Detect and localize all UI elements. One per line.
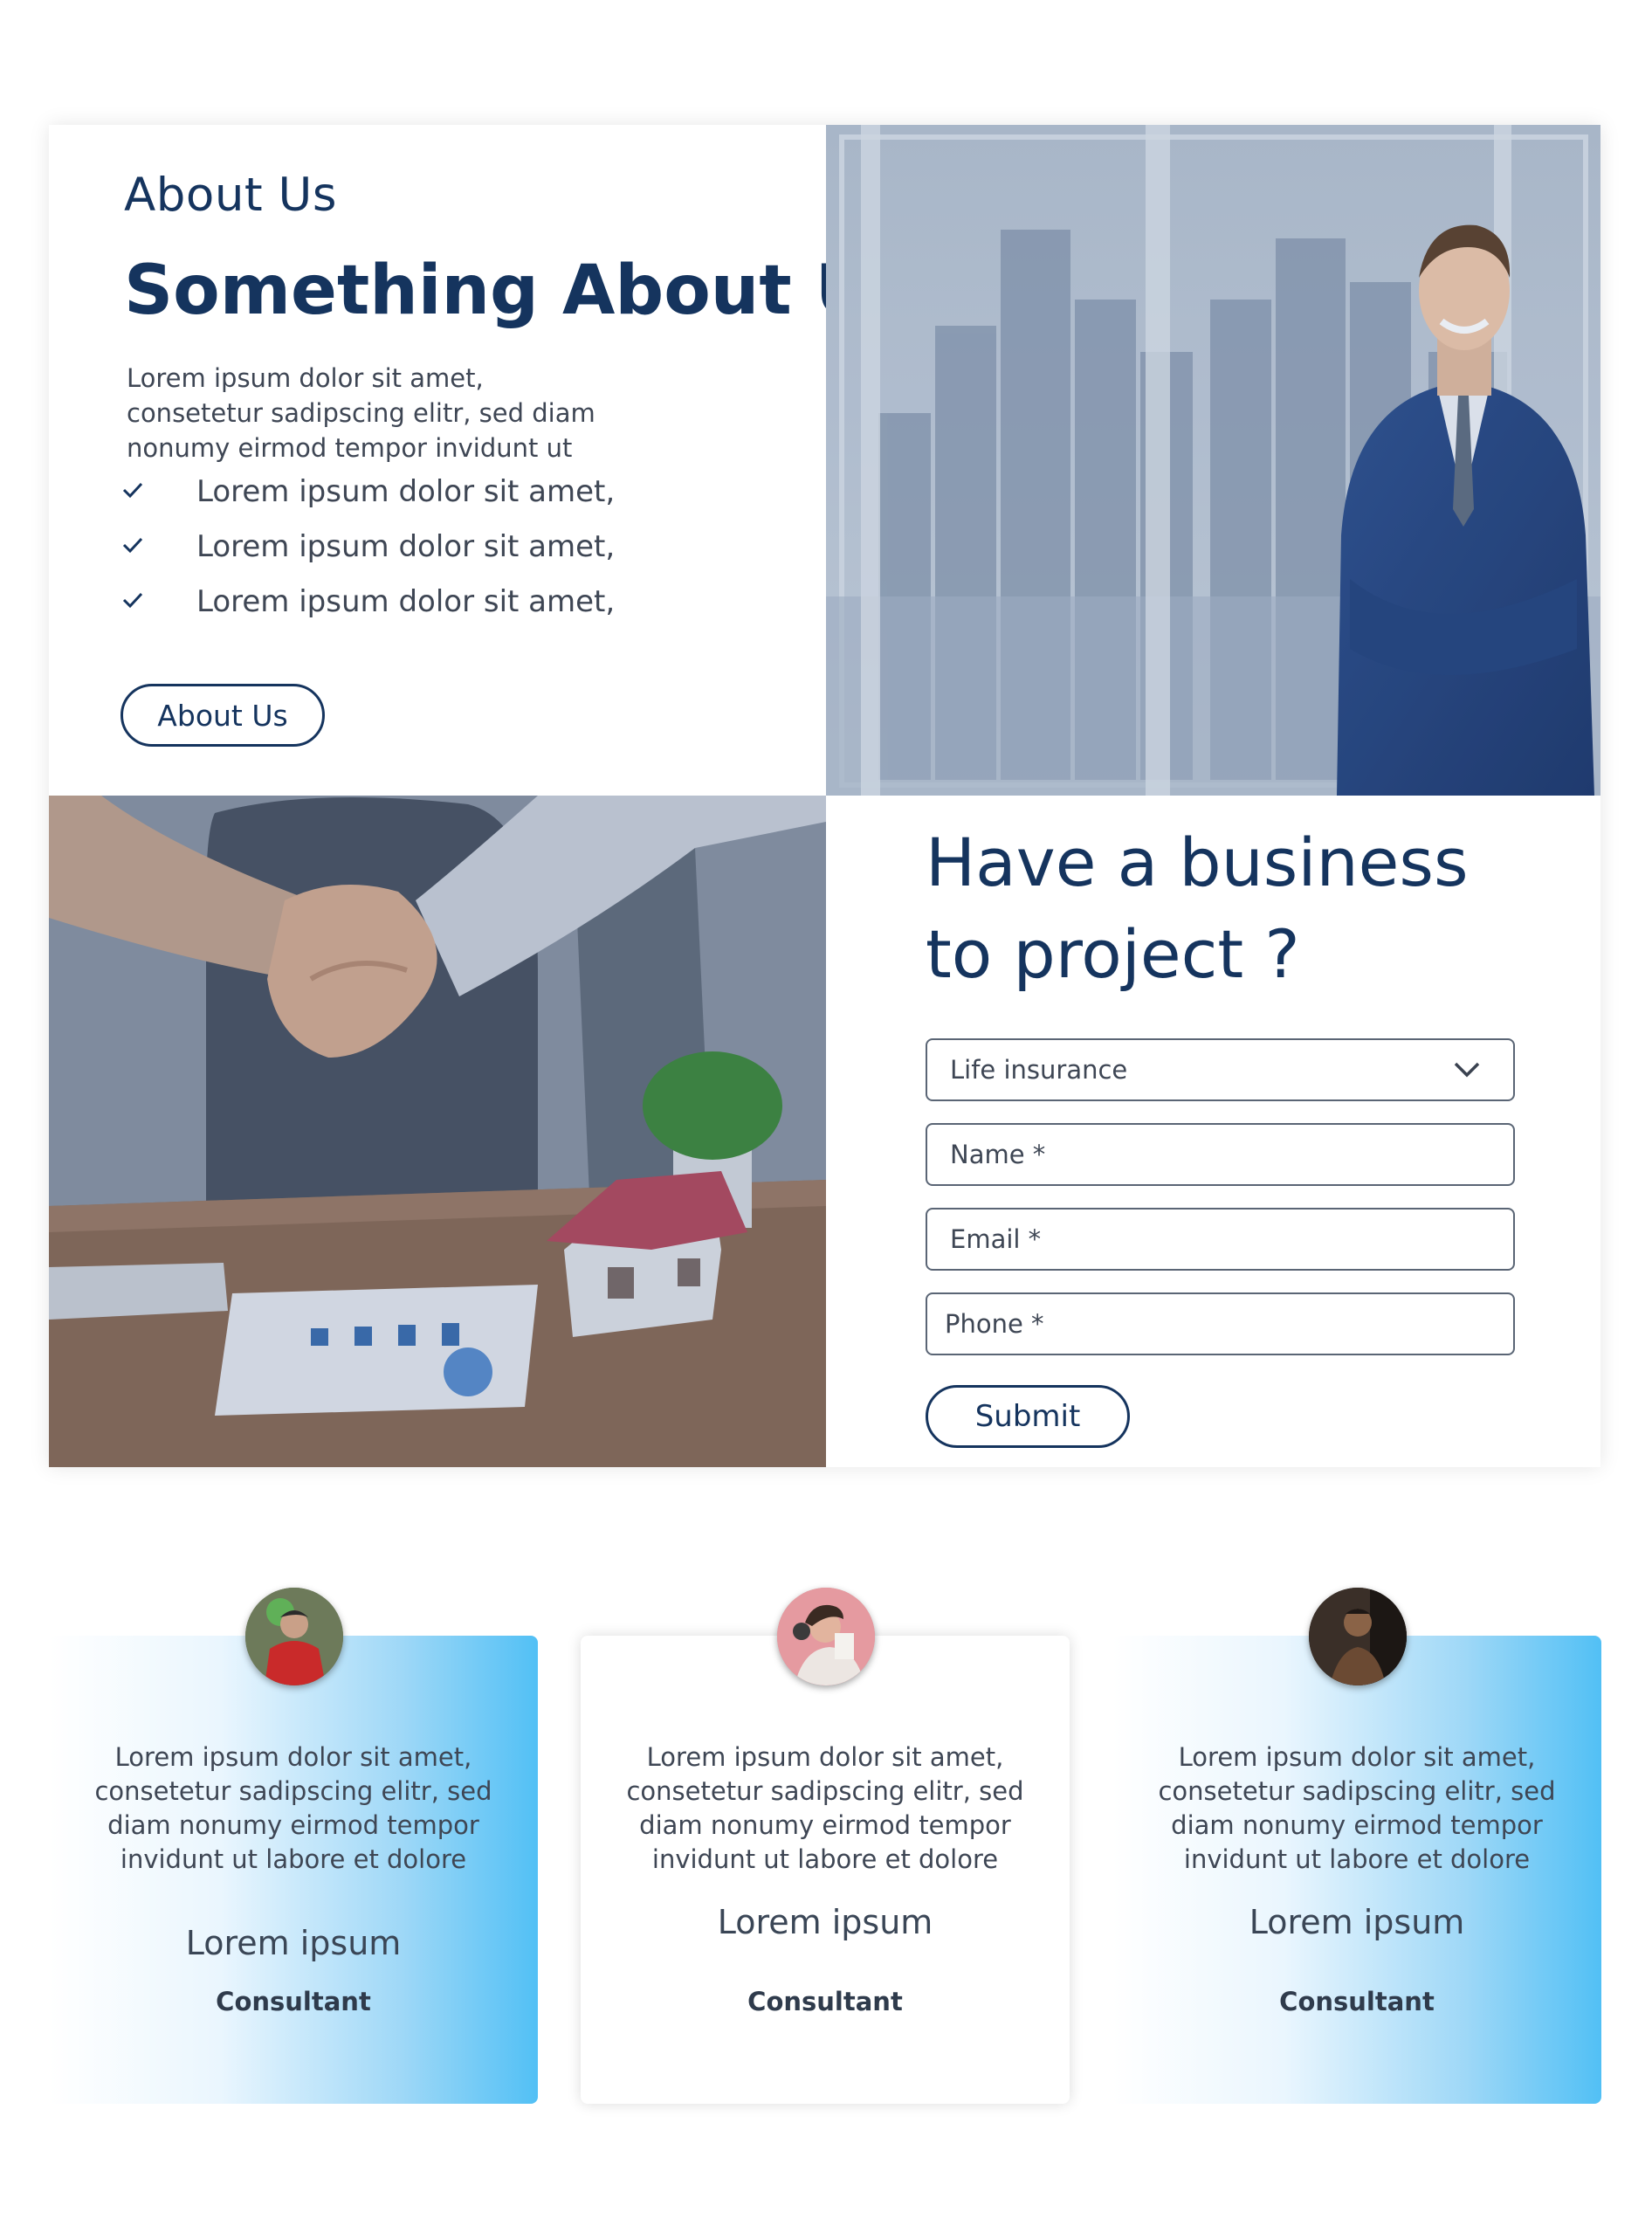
businessman-illustration — [826, 125, 1600, 796]
check-icon — [122, 482, 143, 499]
project-form-panel: Have a business to project ? Life insura… — [826, 796, 1600, 1467]
list-item: Lorem ipsum dolor sit amet, — [122, 584, 615, 639]
testimonial-card: Lorem ipsum dolor sit amet, consetetur s… — [49, 1588, 538, 2104]
check-icon — [122, 537, 143, 554]
form-title: Have a business to project ? — [926, 824, 1469, 993]
phone-field[interactable]: Phone * — [926, 1292, 1515, 1355]
email-field[interactable]: Email * — [926, 1208, 1515, 1271]
about-feature-list: Lorem ipsum dolor sit amet, Lorem ipsum … — [122, 474, 615, 639]
list-item-label: Lorem ipsum dolor sit amet, — [196, 529, 616, 564]
testimonial-card: Lorem ipsum dolor sit amet, consetetur s… — [581, 1588, 1070, 2104]
testimonial-card: Lorem ipsum dolor sit amet, consetetur s… — [1112, 1588, 1601, 2104]
testimonial-name: Lorem ipsum — [717, 1903, 933, 1941]
avatar — [777, 1588, 875, 1685]
testimonial-text: Lorem ipsum dolor sit amet, consetetur s… — [626, 1742, 1024, 1874]
testimonial-name: Lorem ipsum — [185, 1924, 402, 1962]
avatar — [245, 1588, 343, 1685]
about-description: Lorem ipsum dolor sit amet, consetetur s… — [127, 363, 595, 463]
check-icon — [122, 592, 143, 609]
avatar — [1309, 1588, 1407, 1685]
about-us-button[interactable]: About Us — [120, 684, 325, 747]
name-field[interactable]: Name * — [926, 1123, 1515, 1186]
list-item-label: Lorem ipsum dolor sit amet, — [196, 584, 616, 619]
about-panel: About Us Something About Us Lorem ipsum … — [49, 125, 912, 796]
list-item: Lorem ipsum dolor sit amet, — [122, 529, 615, 584]
insurance-select[interactable]: Life insurance — [926, 1038, 1515, 1101]
email-placeholder: Email * — [950, 1224, 1042, 1254]
handshake-photo — [49, 796, 826, 1467]
testimonial-text: Lorem ipsum dolor sit amet, consetetur s… — [94, 1742, 492, 1874]
submit-button[interactable]: Submit — [926, 1385, 1130, 1448]
testimonial-role: Consultant — [747, 1987, 903, 2016]
testimonial-name: Lorem ipsum — [1249, 1903, 1465, 1941]
testimonial-text: Lorem ipsum dolor sit amet, consetetur s… — [1158, 1742, 1556, 1874]
testimonial-role: Consultant — [1279, 1987, 1435, 2016]
about-title: Something About Us — [124, 252, 912, 330]
testimonial-role: Consultant — [216, 1987, 371, 2016]
list-item-label: Lorem ipsum dolor sit amet, — [196, 474, 616, 509]
businessman-photo — [826, 125, 1600, 796]
handshake-illustration — [49, 796, 826, 1467]
name-placeholder: Name * — [950, 1140, 1046, 1169]
insurance-select-value: Life insurance — [950, 1055, 1128, 1085]
chevron-down-icon — [1454, 1062, 1480, 1078]
about-eyebrow: About Us — [124, 169, 337, 222]
phone-placeholder: Phone * — [945, 1309, 1044, 1339]
list-item: Lorem ipsum dolor sit amet, — [122, 474, 615, 529]
about-section: About Us Something About Us Lorem ipsum … — [49, 125, 1600, 1467]
